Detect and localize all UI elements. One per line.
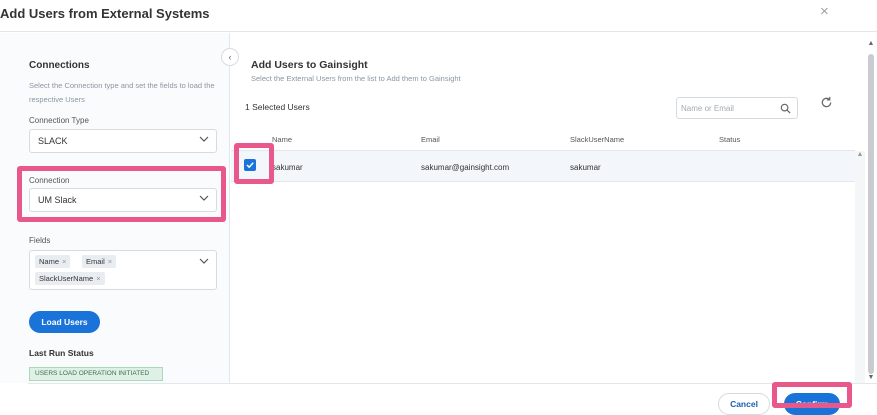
- table-header: Name Email SlackUserName Status: [231, 127, 855, 151]
- search-input[interactable]: [681, 101, 776, 115]
- refresh-icon[interactable]: [820, 96, 833, 109]
- connection-select[interactable]: UM Slack: [29, 188, 217, 212]
- cell-name: sakumar: [272, 163, 303, 172]
- field-chip-name: Name ×: [35, 255, 71, 268]
- fields-multiselect[interactable]: Name × Email × SlackUserName ×: [29, 250, 217, 290]
- table-row[interactable]: sakumar sakumar@gainsight.com sakumar: [231, 151, 855, 182]
- column-header-email[interactable]: Email: [421, 135, 440, 144]
- modal-header: Add Users from External Systems ×: [0, 0, 877, 32]
- chip-remove-icon[interactable]: ×: [62, 257, 66, 266]
- connection-label: Connection: [29, 176, 70, 185]
- chip-remove-icon[interactable]: ×: [96, 274, 100, 283]
- connections-panel: Connections Select the Connection type a…: [0, 33, 230, 383]
- scroll-up-icon[interactable]: ▲: [855, 151, 865, 158]
- cell-email: sakumar@gainsight.com: [421, 163, 510, 172]
- close-icon[interactable]: ×: [820, 3, 829, 20]
- column-header-status[interactable]: Status: [719, 135, 740, 144]
- cancel-button[interactable]: Cancel: [718, 393, 770, 415]
- table-scrollbar[interactable]: ▲: [855, 151, 865, 383]
- row-checkbox[interactable]: [244, 159, 256, 171]
- fields-label: Fields: [29, 236, 51, 245]
- field-chip-email: Email ×: [82, 255, 117, 268]
- chevron-down-icon: [199, 258, 209, 264]
- scroll-down-icon[interactable]: ▼: [865, 374, 877, 381]
- confirm-button[interactable]: Confirm: [784, 393, 840, 415]
- connections-description: Select the Connection type and set the f…: [29, 81, 215, 104]
- search-icon[interactable]: [780, 103, 791, 114]
- column-header-slackusername[interactable]: SlackUserName: [570, 135, 624, 144]
- connection-type-label: Connection Type: [29, 116, 89, 125]
- users-panel-title: Add Users to Gainsight: [251, 59, 368, 71]
- cell-slackusername: sakumar: [570, 163, 601, 172]
- chip-remove-icon[interactable]: ×: [108, 257, 112, 266]
- users-panel: Add Users to Gainsight Select the Extern…: [231, 33, 877, 383]
- selected-count: 1 Selected Users: [245, 102, 310, 112]
- users-panel-description: Select the External Users from the list …: [251, 74, 461, 83]
- modal-title: Add Users from External Systems: [0, 6, 210, 21]
- column-header-name[interactable]: Name: [272, 135, 292, 144]
- chevron-down-icon: [199, 195, 209, 201]
- connection-type-select[interactable]: SLACK: [29, 129, 217, 153]
- connections-title: Connections: [29, 60, 90, 71]
- modal-footer: Cancel Confirm: [28, 383, 877, 415]
- search-box: [676, 97, 798, 119]
- modal-scrollbar[interactable]: ▲ ▼: [865, 40, 877, 385]
- scrollbar-thumb[interactable]: [868, 54, 874, 374]
- scroll-up-icon[interactable]: ▲: [865, 40, 877, 47]
- last-run-status-title: Last Run Status: [29, 348, 94, 358]
- connection-type-value: SLACK: [38, 136, 68, 146]
- connection-value: UM Slack: [38, 195, 77, 205]
- load-users-button[interactable]: Load Users: [29, 311, 100, 333]
- field-chip-slackusername: SlackUserName ×: [35, 272, 105, 285]
- check-icon: [246, 162, 254, 169]
- add-users-modal: Add Users from External Systems × Connec…: [0, 0, 877, 415]
- chevron-down-icon: [199, 136, 209, 142]
- status-badge: USERS LOAD OPERATION INITIATED: [29, 367, 163, 381]
